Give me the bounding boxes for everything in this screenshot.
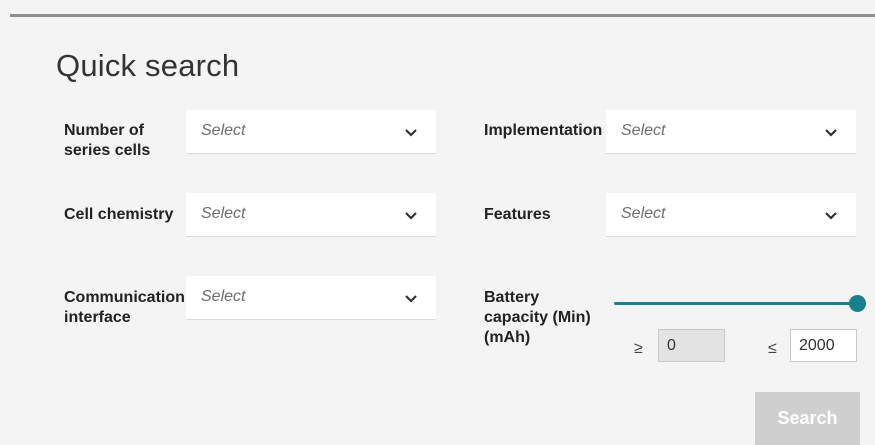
capacity-min-input[interactable]: 0 [658, 329, 725, 362]
capacity-max-input[interactable]: 2000 [790, 329, 857, 362]
chevron-down-icon [405, 212, 417, 220]
cell-chemistry-label: Cell chemistry [64, 206, 174, 223]
series-cells-select[interactable]: Select [186, 110, 436, 154]
features-select[interactable]: Select [606, 193, 856, 237]
battery-capacity-label: Battery capacity (Min) (mAh) [484, 289, 591, 346]
capacity-slider-track[interactable] [614, 302, 857, 305]
communication-interface-placeholder: Select [201, 288, 246, 305]
chevron-down-icon [825, 212, 837, 220]
communication-interface-select[interactable]: Select [186, 276, 436, 320]
implementation-label: Implementation [484, 122, 603, 139]
communication-interface-label: Communication interface [64, 289, 185, 326]
features-label: Features [484, 206, 551, 223]
min-operator: ≥ [634, 340, 643, 357]
series-cells-placeholder: Select [201, 122, 246, 139]
features-placeholder: Select [621, 205, 666, 222]
implementation-placeholder: Select [621, 122, 666, 139]
chevron-down-icon [405, 295, 417, 303]
chevron-down-icon [405, 129, 417, 137]
max-operator: ≤ [768, 340, 777, 357]
cell-chemistry-select[interactable]: Select [186, 193, 436, 237]
implementation-select[interactable]: Select [606, 110, 856, 154]
search-button[interactable]: Search [755, 392, 860, 445]
series-cells-label: Number of series cells [64, 122, 151, 159]
capacity-slider-handle[interactable] [848, 295, 866, 312]
chevron-down-icon [825, 129, 837, 137]
page-title: Quick search [56, 48, 240, 83]
cell-chemistry-placeholder: Select [201, 205, 246, 222]
